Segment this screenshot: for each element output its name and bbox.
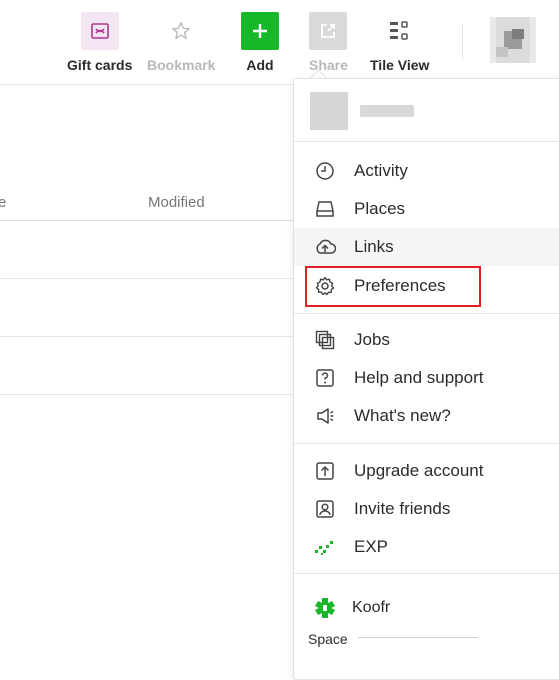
koofr-brand[interactable]: Koofr <box>294 589 559 627</box>
menu-item-label: EXP <box>354 537 389 556</box>
highlight-box <box>305 266 481 307</box>
menu-separator <box>294 443 559 444</box>
share-label: Share <box>309 57 348 73</box>
file-list-header: e Modified <box>0 186 300 221</box>
star-icon <box>162 12 200 50</box>
menu-item-label: Help and support <box>354 368 484 387</box>
drive-icon <box>314 198 336 220</box>
bookmark-label: Bookmark <box>147 57 216 73</box>
tile-view-button[interactable]: Tile View <box>370 12 429 73</box>
menu-item-label: Places <box>354 199 406 218</box>
toolbar-divider <box>462 24 463 60</box>
menu-item-label: Links <box>354 237 394 256</box>
cloud-upload-icon <box>314 236 336 258</box>
gift-icon <box>80 12 119 50</box>
menu-item-label: Upgrade account <box>354 461 484 480</box>
menu-item-places[interactable]: Places <box>294 190 559 228</box>
koofr-label: Koofr <box>352 599 391 616</box>
menu-user-header <box>310 91 414 131</box>
file-row[interactable] <box>0 221 300 279</box>
menu-item-label: Jobs <box>354 330 390 349</box>
menu-separator <box>294 313 559 314</box>
koofr-logo-icon <box>314 597 336 619</box>
space-usage-bar <box>358 637 478 638</box>
bookmark-button[interactable]: Bookmark <box>147 12 215 73</box>
tile-view-label: Tile View <box>370 57 430 73</box>
megaphone-icon <box>314 405 336 427</box>
menu-item-help[interactable]: Help and support <box>294 359 559 397</box>
space-label: Space <box>308 631 348 647</box>
add-button[interactable]: Add <box>241 12 279 73</box>
menu-item-label: Activity <box>354 161 408 180</box>
stack-icon <box>314 329 336 351</box>
column-header-name[interactable]: e <box>0 194 6 211</box>
menu-item-whats-new[interactable]: What's new? <box>294 397 559 435</box>
menu-username-blurred <box>360 105 414 117</box>
column-header-modified[interactable]: Modified <box>148 194 205 211</box>
menu-item-upgrade[interactable]: Upgrade account <box>294 452 559 490</box>
user-menu: Activity Places Links Preferences Jobs H… <box>293 78 559 680</box>
share-icon <box>309 12 348 50</box>
clock-icon <box>314 160 336 182</box>
share-button[interactable]: Share <box>309 12 348 73</box>
add-label: Add <box>246 57 274 73</box>
user-avatar[interactable] <box>490 17 536 63</box>
plus-icon <box>241 12 279 50</box>
menu-separator <box>294 141 559 142</box>
menu-item-jobs[interactable]: Jobs <box>294 321 559 359</box>
menu-item-label: What's new? <box>354 406 451 425</box>
exp-icon <box>314 536 336 558</box>
menu-separator <box>294 573 559 574</box>
question-icon <box>314 367 336 389</box>
gift-cards-label: Gift cards <box>67 57 133 73</box>
toolbar: Gift cards Bookmark Add Share Tile View <box>0 0 559 85</box>
menu-item-exp[interactable]: EXP <box>294 528 559 566</box>
file-row[interactable] <box>0 337 300 395</box>
gift-cards-button[interactable]: Gift cards <box>67 12 132 73</box>
file-row[interactable] <box>0 279 300 337</box>
menu-item-activity[interactable]: Activity <box>294 152 559 190</box>
upgrade-icon <box>314 460 336 482</box>
invite-user-icon <box>314 498 336 520</box>
menu-item-label: Invite friends <box>354 499 451 518</box>
menu-item-invite[interactable]: Invite friends <box>294 490 559 528</box>
menu-avatar <box>310 92 348 130</box>
menu-item-links[interactable]: Links <box>294 228 559 266</box>
tile-view-icon <box>381 12 419 50</box>
